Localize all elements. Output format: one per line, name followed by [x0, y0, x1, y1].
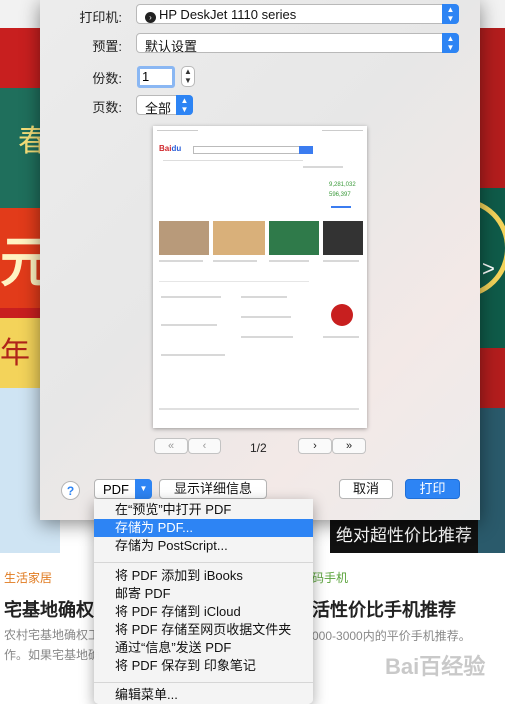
help-button[interactable]: ?: [61, 481, 80, 500]
chevron-down-icon: ▼: [135, 479, 152, 499]
preview-section-divider: [159, 281, 309, 282]
preview-thumb-4: [323, 221, 363, 255]
menu-item-save-as-pdf[interactable]: 存储为 PDF...: [94, 519, 313, 537]
last-page-button[interactable]: »: [332, 438, 366, 454]
menu-item-save-to-icloud[interactable]: 将 PDF 存储到 iCloud: [94, 603, 313, 621]
preview-thumb-3: [269, 221, 319, 255]
presets-select[interactable]: 默认设置 ▲ ▼: [136, 33, 459, 54]
right-image-arrow-text: >: [482, 256, 495, 281]
printer-select-value: › HP DeskJet 1110 series: [145, 7, 296, 23]
printer-name: HP DeskJet 1110 series: [159, 7, 297, 22]
copies-input[interactable]: 1: [137, 66, 175, 88]
right-article-description: 000-3000内的平价手机推荐。: [312, 629, 471, 643]
preview-list-line: [241, 296, 287, 298]
menu-item-save-to-evernote[interactable]: 将 PDF 保存到 印象笔记: [94, 657, 313, 675]
menu-item-add-to-ibooks[interactable]: 将 PDF 添加到 iBooks: [94, 567, 313, 585]
prev-page-button[interactable]: ‹: [188, 438, 221, 454]
preview-list-line: [161, 324, 217, 326]
page-indicator: 1/2: [250, 441, 267, 455]
preview-thumb-1: [159, 221, 209, 255]
preview-caption-3: [269, 260, 309, 262]
show-details-button[interactable]: 显示详细信息: [159, 479, 267, 499]
menu-item-mail-pdf[interactable]: 邮寄 PDF: [94, 585, 313, 603]
pages-label: 页数:: [92, 100, 122, 115]
pages-value: 全部: [145, 101, 172, 116]
pages-select[interactable]: 全部 ▲ ▼: [136, 95, 193, 116]
preview-list-line: [241, 336, 293, 338]
left-article-category[interactable]: 生活家居: [4, 569, 52, 586]
pdf-dropdown-menu: 在“预览”中打开 PDF 存储为 PDF... 存储为 PostScript..…: [94, 499, 313, 704]
preview-footer-line: [159, 408, 359, 410]
pdf-menu-label: PDF: [103, 482, 129, 497]
copies-label: 份数:: [92, 71, 122, 86]
preview-stat-1: 9,281,032: [329, 182, 356, 188]
left-article-title[interactable]: 宅基地确权: [4, 596, 94, 622]
menu-item-save-to-receipts[interactable]: 将 PDF 存储至网页收据文件夹: [94, 621, 313, 639]
right-article-title[interactable]: 活性价比手机推荐: [312, 596, 456, 622]
preview-avatar: [331, 304, 353, 326]
print-dialog: 打印机: › HP DeskJet 1110 series ▲ ▼ 预置: 默认设置…: [40, 0, 480, 520]
menu-item-edit-menu[interactable]: 编辑菜单...: [94, 686, 313, 704]
up-down-chevron-icon: ▲ ▼: [176, 95, 193, 115]
preview-side-line: [323, 336, 359, 338]
menu-item-open-in-preview[interactable]: 在“预览”中打开 PDF: [94, 501, 313, 519]
preview-search-button: [299, 146, 313, 154]
preview-caption-4: [323, 260, 359, 262]
next-page-button[interactable]: ›: [298, 438, 332, 454]
preview-thumb-2: [213, 221, 265, 255]
left-image-text-3: 年: [0, 336, 30, 371]
up-down-chevron-icon: ▲ ▼: [442, 4, 459, 24]
preview-caption-2: [213, 260, 257, 262]
menu-separator: [94, 562, 313, 563]
printer-status-icon: ›: [145, 12, 156, 23]
preview-list-line: [161, 296, 221, 298]
menu-separator: [94, 682, 313, 683]
copies-stepper[interactable]: ▲ ▼: [181, 66, 195, 87]
preview-stat-button: [331, 206, 351, 208]
right-article-category[interactable]: 码手机: [312, 569, 348, 586]
cancel-button[interactable]: 取消: [339, 479, 393, 499]
printer-label: 打印机:: [79, 10, 122, 25]
preview-baidu-logo: Baidu: [159, 144, 182, 153]
presets-value: 默认设置: [145, 39, 198, 54]
left-article-description: 农村宅基地确权工作。如果宅基地确: [4, 628, 101, 662]
preview-header-line: [157, 130, 363, 131]
print-preview-page: Baidu 9,281,032 596,397: [153, 126, 367, 428]
pdf-menu-button[interactable]: PDF ▼: [94, 479, 152, 499]
promo-banner: 绝对超性价比推荐: [330, 519, 478, 553]
presets-label: 预置:: [92, 39, 122, 54]
menu-item-save-as-postscript[interactable]: 存储为 PostScript...: [94, 537, 313, 555]
menu-item-send-via-messages[interactable]: 通过“信息”发送 PDF: [94, 639, 313, 657]
preview-stat-2: 596,397: [329, 192, 351, 198]
preview-list-line: [241, 316, 291, 318]
preview-nav-line: [163, 160, 303, 161]
preview-text-line: [303, 166, 343, 168]
preview-caption-1: [159, 260, 203, 262]
baidu-jingyan-watermark: Bai百经验: [385, 654, 486, 679]
printer-select[interactable]: › HP DeskJet 1110 series ▲ ▼: [136, 4, 459, 24]
preview-list-line: [161, 354, 225, 356]
first-page-button[interactable]: «: [154, 438, 188, 454]
preview-search-box: [193, 146, 300, 154]
up-down-chevron-icon: ▲ ▼: [442, 33, 459, 53]
print-button[interactable]: 打印: [405, 479, 460, 499]
